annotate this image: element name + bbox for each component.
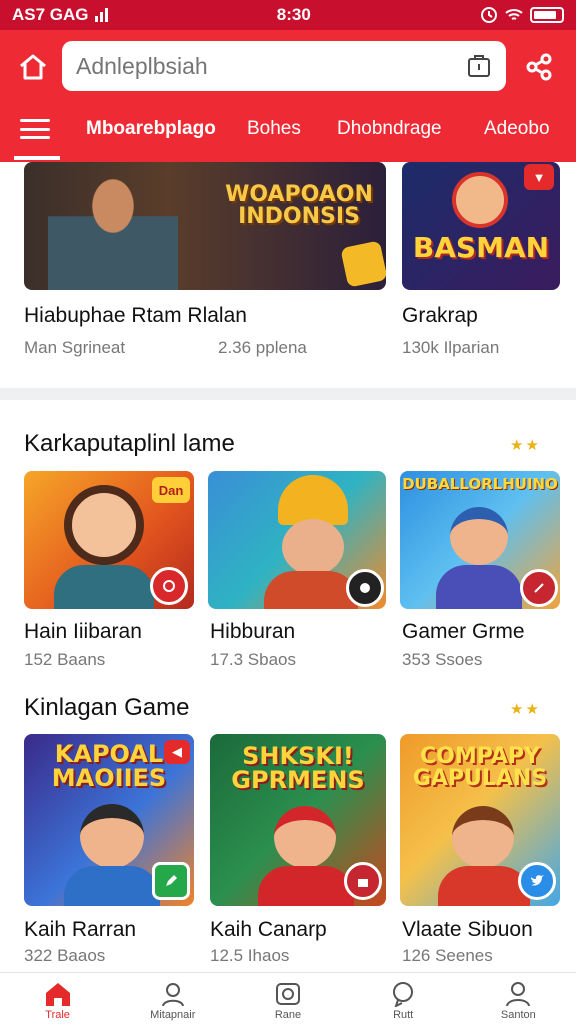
- featured-meta-left-0: Man Sgrineat: [24, 338, 126, 357]
- share-icon: [526, 53, 552, 81]
- character-illustration: [452, 172, 508, 228]
- character-illustration: [274, 806, 336, 868]
- nav-label: Rane: [274, 1009, 302, 1021]
- character-illustration: [80, 804, 144, 868]
- game-title-1-1[interactable]: Hibburan: [210, 620, 295, 644]
- camera-icon: [275, 983, 300, 1005]
- featured-card-image-0[interactable]: WOAPOAON INDONSIS: [24, 162, 386, 290]
- profile-icon: [161, 983, 184, 1007]
- nav-item-home[interactable]: Trale: [8, 973, 108, 1024]
- section-2-title: Kinlagan Game: [24, 694, 190, 721]
- gift-icon[interactable]: [344, 862, 382, 900]
- game-title-2-1[interactable]: Kaih Canarp: [210, 918, 327, 942]
- nav-item-profile[interactable]: Mitapnair: [123, 973, 223, 1024]
- game-art-text-1-2: DUBALLORLHUINO: [402, 475, 558, 493]
- game-title-2-2[interactable]: Vlaate Sibuon: [402, 918, 533, 942]
- nav-item-chat[interactable]: Rutt: [353, 973, 453, 1024]
- speaker-icon: ◀: [164, 740, 190, 764]
- game-card-image-2-0[interactable]: KAPOAL MAOIIES ◀: [24, 734, 194, 906]
- section-divider: [0, 388, 576, 400]
- home-icon: [45, 983, 70, 1006]
- game-art-text-2-1: SHKSKI! GPRMENS: [231, 742, 365, 794]
- nav-item-account[interactable]: Santon: [468, 973, 568, 1024]
- nav-label: Trale: [45, 1009, 70, 1021]
- hat-illustration: [278, 475, 348, 525]
- featured-art-text-0: WOAPOAON INDONSIS: [225, 182, 373, 229]
- alarm-icon: [481, 7, 497, 23]
- game-card-image-2-2[interactable]: COMPAPY GAPULANS: [400, 734, 560, 906]
- featured-meta-right-0: 2.36 pplena: [218, 338, 307, 357]
- nav-label: Rutt: [393, 1009, 414, 1021]
- section-1-title: Karkaputaplinl lame: [24, 430, 235, 457]
- character-body: [54, 565, 154, 609]
- featured-card-image-1[interactable]: BASMAN ▼: [402, 162, 560, 290]
- character-illustration: [64, 485, 144, 565]
- game-title-1-0[interactable]: Hain Iiibaran: [24, 620, 142, 644]
- character-illustration: [282, 519, 344, 575]
- action-button-icon[interactable]: [346, 569, 384, 607]
- star-icon: ★★: [510, 701, 541, 718]
- play-button-icon[interactable]: [150, 567, 188, 605]
- character-illustration: [450, 507, 508, 565]
- battery-icon: [530, 7, 564, 23]
- game-meta-2-2: 126 Seenes: [402, 946, 493, 965]
- featured-title-1[interactable]: Grakrap: [402, 304, 478, 328]
- share-button[interactable]: [520, 48, 558, 86]
- star-icon: ★★: [510, 437, 541, 454]
- tab-2[interactable]: Dhobndrage: [337, 118, 442, 140]
- edit-icon[interactable]: [152, 862, 190, 900]
- game-card-image-2-1[interactable]: SHKSKI! GPRMENS: [210, 734, 386, 906]
- game-meta-2-1: 12.5 Ihaos: [210, 946, 290, 965]
- tab-0[interactable]: Mboarebplago: [86, 118, 216, 140]
- game-card-image-1-1[interactable]: [208, 471, 386, 609]
- carrier-label: AS7 GAG: [12, 5, 89, 24]
- home-icon: [20, 54, 46, 80]
- player-illustration: [48, 170, 178, 290]
- tab-indicator: [14, 156, 60, 160]
- game-card-image-1-2[interactable]: DUBALLORLHUINO: [400, 471, 560, 609]
- game-meta-2-0: 322 Baaos: [24, 946, 106, 965]
- chest-icon: [340, 240, 386, 288]
- game-meta-1-2: 353 Ssoes: [402, 650, 483, 669]
- character-body: [264, 571, 358, 609]
- app-header: Mboarebplago Bohes Dhobndrage Adeobo: [0, 30, 576, 162]
- user-icon: [506, 982, 531, 1007]
- character-illustration: [452, 806, 514, 868]
- character-body: [436, 565, 522, 609]
- nav-label: Santon: [500, 1009, 536, 1021]
- bottom-navigation: Trale Mitapnair Rane Rutt Santon: [0, 972, 576, 1024]
- game-art-text-2-2: COMPAPY GAPULANS: [412, 744, 548, 791]
- close-icon[interactable]: [520, 569, 558, 607]
- wifi-icon: [505, 9, 523, 20]
- featured-title-0[interactable]: Hiabuphae Rtam Rlalan: [24, 304, 247, 328]
- home-button[interactable]: [14, 48, 52, 86]
- featured-art-text-1: BASMAN: [412, 231, 550, 264]
- game-badge: Dan: [152, 477, 190, 503]
- menu-button[interactable]: [20, 116, 50, 142]
- character-body: [258, 866, 354, 906]
- game-meta-1-0: 152 Baans: [24, 650, 106, 669]
- bag-icon[interactable]: [466, 53, 492, 79]
- nav-label: Mitapnair: [150, 1009, 196, 1021]
- character-body: [64, 866, 160, 906]
- bookmark-icon: ▼: [524, 164, 554, 190]
- game-card-image-1-0[interactable]: Dan: [24, 471, 194, 609]
- chat-icon: [393, 982, 414, 1007]
- game-title-2-0[interactable]: Kaih Rarran: [24, 918, 136, 942]
- featured-meta-left-1: 130k Ilparian: [402, 338, 500, 357]
- tab-1[interactable]: Bohes: [247, 118, 301, 140]
- twitter-icon[interactable]: [518, 862, 556, 900]
- search-bar[interactable]: [62, 41, 506, 91]
- signal-icon: [94, 8, 108, 22]
- game-title-1-2[interactable]: Gamer Grme: [402, 620, 525, 644]
- nav-item-camera[interactable]: Rane: [238, 973, 338, 1024]
- search-input[interactable]: [76, 52, 466, 80]
- tab-3[interactable]: Adeobo: [484, 118, 550, 140]
- status-bar: AS7 GAG 8:30: [0, 0, 576, 30]
- game-meta-1-1: 17.3 Sbaos: [210, 650, 297, 669]
- character-body: [438, 866, 530, 906]
- clock: 8:30: [276, 5, 311, 24]
